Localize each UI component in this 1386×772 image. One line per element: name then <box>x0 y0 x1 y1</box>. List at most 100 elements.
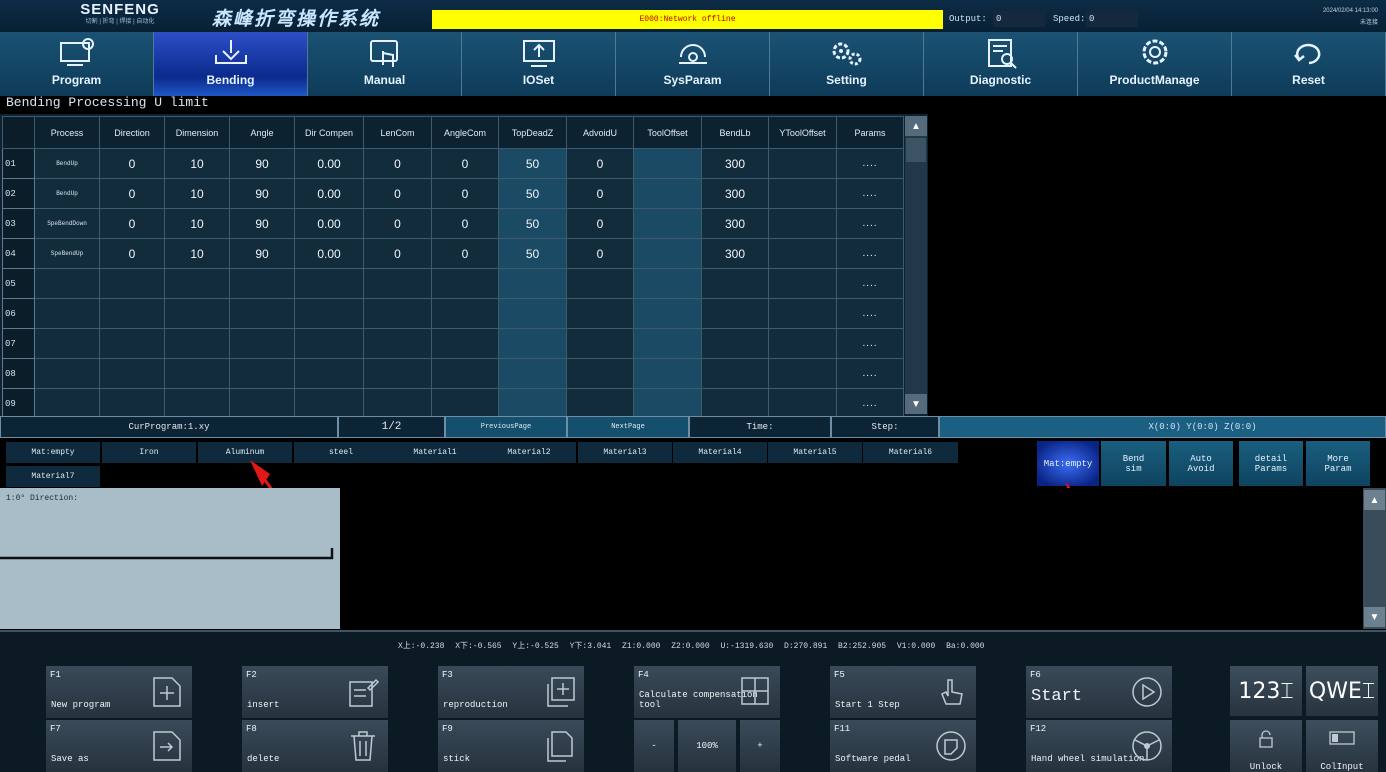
cell-lencom[interactable]: 0 <box>363 238 432 269</box>
cell-process[interactable]: BendUp <box>34 148 100 179</box>
cell-angle[interactable] <box>229 358 295 389</box>
cell-topdeadz[interactable] <box>498 358 567 389</box>
cell-params[interactable]: .... <box>836 388 904 419</box>
cell-lencom[interactable]: 0 <box>363 178 432 209</box>
cell-dir-compen[interactable] <box>294 268 364 299</box>
cell-angle[interactable]: 90 <box>229 148 295 179</box>
cell-anglecom[interactable] <box>431 328 499 359</box>
scroll-thumb[interactable] <box>906 138 926 162</box>
cell-direction[interactable] <box>99 328 165 359</box>
cell-topdeadz[interactable] <box>498 268 567 299</box>
cell-ytooloffset[interactable] <box>768 298 837 329</box>
cell-dir-compen[interactable]: 0.00 <box>294 148 364 179</box>
material-item[interactable]: Material6 <box>863 442 958 463</box>
nav-reset[interactable]: Reset <box>1232 32 1386 96</box>
mat-empty-button[interactable]: Mat:empty <box>1037 441 1099 486</box>
cell-lencom[interactable] <box>363 328 432 359</box>
cell-lencom[interactable] <box>363 298 432 329</box>
cell-params[interactable]: .... <box>836 328 904 359</box>
cell-advoidu[interactable] <box>566 298 634 329</box>
cell-bendlb[interactable] <box>701 268 769 299</box>
nav-setting[interactable]: Setting <box>770 32 924 96</box>
cell-bendlb[interactable]: 300 <box>701 238 769 269</box>
f3-reproduction-button[interactable]: F3 reproduction <box>438 666 584 718</box>
cell-process[interactable] <box>34 388 100 419</box>
material-item[interactable]: Aluminum <box>198 442 292 463</box>
cell-angle[interactable]: 90 <box>229 208 295 239</box>
cell-topdeadz[interactable] <box>498 328 567 359</box>
cell-direction[interactable]: 0 <box>99 148 165 179</box>
cell-topdeadz[interactable]: 50 <box>498 178 567 209</box>
cell-anglecom[interactable] <box>431 268 499 299</box>
cell-angle[interactable] <box>229 268 295 299</box>
cell-dir-compen[interactable] <box>294 388 364 419</box>
cell-advoidu[interactable] <box>566 328 634 359</box>
cell-angle[interactable] <box>229 298 295 329</box>
cell-params[interactable]: .... <box>836 358 904 389</box>
cell-tooloffset[interactable] <box>633 298 702 329</box>
table-scrollbar[interactable]: ▲ ▼ <box>905 116 927 414</box>
cell-ytooloffset[interactable] <box>768 208 837 239</box>
cell-bendlb[interactable] <box>701 358 769 389</box>
cell-dir-compen[interactable]: 0.00 <box>294 208 364 239</box>
cell-params[interactable]: .... <box>836 148 904 179</box>
cell-params[interactable]: .... <box>836 208 904 239</box>
cell-tooloffset[interactable] <box>633 388 702 419</box>
nav-diagnostic[interactable]: Diagnostic <box>924 32 1078 96</box>
more-param-button[interactable]: More Param <box>1306 441 1370 486</box>
cell-process[interactable] <box>34 268 100 299</box>
nav-ioset[interactable]: IOSet <box>462 32 616 96</box>
scroll-down-icon[interactable]: ▼ <box>1364 607 1385 627</box>
cell-process[interactable]: BendUp <box>34 178 100 209</box>
nav-manual[interactable]: Manual <box>308 32 462 96</box>
material-item[interactable]: Material2 <box>482 442 576 463</box>
cell-topdeadz[interactable]: 50 <box>498 238 567 269</box>
cell-dimension[interactable] <box>164 298 230 329</box>
bend-sim-button[interactable]: Bend sim <box>1101 441 1166 486</box>
cell-dimension[interactable]: 10 <box>164 208 230 239</box>
detail-params-button[interactable]: detail Params <box>1239 441 1303 486</box>
cell-params[interactable]: .... <box>836 178 904 209</box>
cell-process[interactable]: SpeBendDown <box>34 208 100 239</box>
nav-productmanage[interactable]: ProductManage <box>1078 32 1232 96</box>
cell-direction[interactable] <box>99 298 165 329</box>
table-row[interactable]: 04 SpeBendUp 0 10 90 0.00 0 0 50 0 300.... <box>2 238 904 269</box>
cell-direction[interactable] <box>99 388 165 419</box>
alpha-keyboard-button[interactable]: QWE ⌶ <box>1306 666 1378 716</box>
nav-sysparam[interactable]: SysParam <box>616 32 770 96</box>
cell-dir-compen[interactable] <box>294 328 364 359</box>
cell-topdeadz[interactable] <box>498 388 567 419</box>
cell-bendlb[interactable]: 300 <box>701 178 769 209</box>
zoom-plus-button[interactable]: + <box>740 720 780 772</box>
cell-advoidu[interactable] <box>566 268 634 299</box>
f9-stick-button[interactable]: F9 stick <box>438 720 584 772</box>
cell-tooloffset[interactable] <box>633 148 702 179</box>
cell-ytooloffset[interactable] <box>768 268 837 299</box>
cell-params[interactable]: .... <box>836 238 904 269</box>
cell-tooloffset[interactable] <box>633 208 702 239</box>
material-item[interactable]: Material5 <box>768 442 862 463</box>
cell-tooloffset[interactable] <box>633 268 702 299</box>
cell-angle[interactable]: 90 <box>229 238 295 269</box>
cell-topdeadz[interactable] <box>498 298 567 329</box>
cell-topdeadz[interactable]: 50 <box>498 148 567 179</box>
alarm-bar[interactable]: E000:Network offline <box>432 10 943 29</box>
cell-bendlb[interactable]: 300 <box>701 148 769 179</box>
cell-ytooloffset[interactable] <box>768 178 837 209</box>
cell-lencom[interactable]: 0 <box>363 208 432 239</box>
cell-dir-compen[interactable] <box>294 298 364 329</box>
table-row[interactable]: 02 BendUp 0 10 90 0.00 0 0 50 0 300.... <box>2 178 904 209</box>
cell-angle[interactable] <box>229 388 295 419</box>
f11-software-pedal-button[interactable]: F11 Software pedal <box>830 720 976 772</box>
scroll-up-icon[interactable]: ▲ <box>905 116 927 136</box>
cell-process[interactable] <box>34 328 100 359</box>
material-item[interactable]: Mat:empty <box>6 442 100 463</box>
message-scrollbar[interactable]: ▲ ▼ <box>1363 488 1386 629</box>
cell-tooloffset[interactable] <box>633 238 702 269</box>
table-row[interactable]: 05.... <box>2 268 904 299</box>
cell-anglecom[interactable] <box>431 388 499 419</box>
scroll-up-icon[interactable]: ▲ <box>1364 490 1385 510</box>
cell-anglecom[interactable]: 0 <box>431 178 499 209</box>
cell-ytooloffset[interactable] <box>768 238 837 269</box>
f8-delete-button[interactable]: F8 delete <box>242 720 388 772</box>
